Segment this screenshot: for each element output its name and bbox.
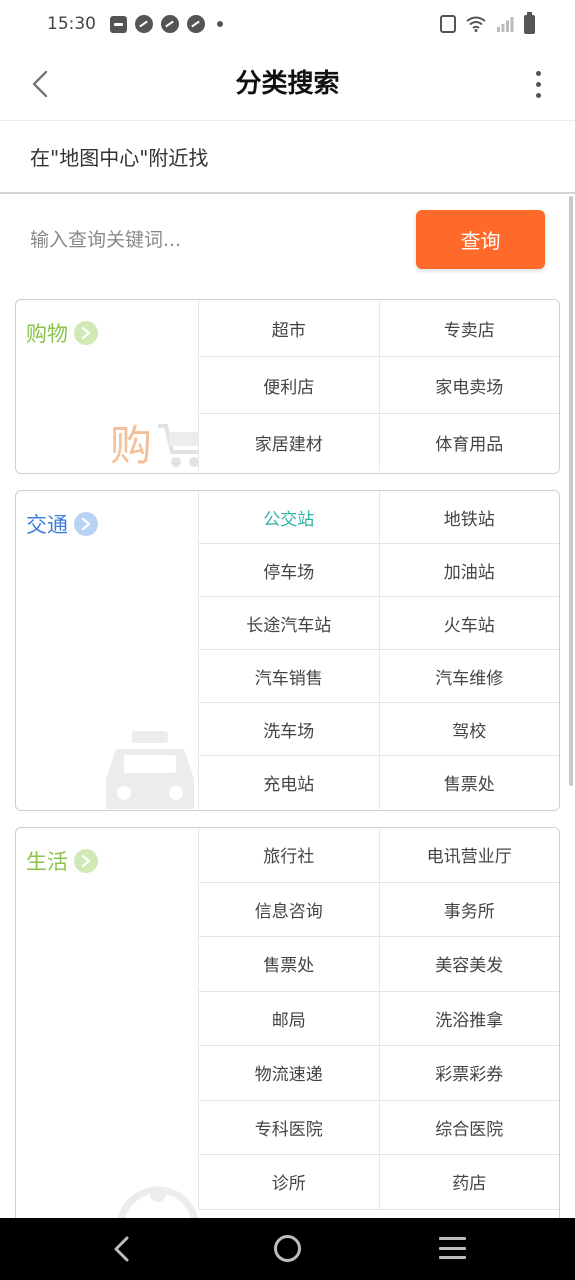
category-title-life[interactable]: 生活 <box>26 846 98 876</box>
category-item[interactable]: 加油站 <box>378 544 559 597</box>
category-item[interactable]: 售票处 <box>378 756 559 809</box>
page-title: 分类搜索 <box>235 69 340 99</box>
category-grid-life: 旅行社 电讯营业厅 信息咨询 事务所 售票处 美容美发 邮局 洗浴推拿 物流速递… <box>198 828 559 1210</box>
category-item[interactable]: 停车场 <box>198 544 379 597</box>
category-item[interactable]: 体育用品 <box>378 414 559 471</box>
signal-icon <box>497 17 514 32</box>
category-item[interactable]: 物流速递 <box>198 1046 379 1101</box>
category-item[interactable]: 事务所 <box>378 882 559 937</box>
category-title-transport[interactable]: 交通 <box>26 509 98 539</box>
nav-menu-line <box>439 1246 466 1250</box>
category-header-transport: 交通 <box>16 491 198 810</box>
category-item-selected[interactable]: 公交站 <box>198 491 379 544</box>
shopping-cart-icon <box>158 424 200 467</box>
more-vertical-icon <box>535 81 541 87</box>
category-item[interactable]: 洗浴推拿 <box>378 991 559 1046</box>
category-item[interactable]: 药店 <box>378 1155 559 1210</box>
status-bar: 15:30 <box>0 0 575 48</box>
notification-compass-icon <box>187 15 205 33</box>
category-item[interactable]: 信息咨询 <box>198 882 379 937</box>
category-title-shopping[interactable]: 购物 <box>26 318 98 348</box>
category-grid-shopping: 超市 专卖店 便利店 家电卖场 家居建材 体育用品 <box>198 300 559 471</box>
category-item[interactable]: 家电卖场 <box>378 357 559 414</box>
category-item[interactable]: 美容美发 <box>378 937 559 992</box>
category-item[interactable]: 彩票彩券 <box>378 1046 559 1101</box>
category-item[interactable]: 电讯营业厅 <box>378 828 559 883</box>
shopping-watermark-text: 购 <box>110 421 153 470</box>
category-item[interactable]: 洗车场 <box>198 703 379 756</box>
more-vertical-icon <box>535 70 541 76</box>
more-vertical-icon <box>535 92 541 98</box>
notification-compass-icon <box>135 15 153 33</box>
chevron-right-icon <box>74 849 98 873</box>
category-item[interactable]: 驾校 <box>378 703 559 756</box>
title-bar: 分类搜索 <box>0 48 575 120</box>
category-item[interactable]: 充电站 <box>198 756 379 809</box>
category-item[interactable]: 便利店 <box>198 357 379 414</box>
category-item[interactable]: 超市 <box>198 300 379 357</box>
search-row: 查询 <box>0 196 575 286</box>
notification-bag-icon <box>110 15 127 33</box>
category-item[interactable]: 长途汽车站 <box>198 597 379 650</box>
status-left: 15:30 <box>47 14 223 34</box>
category-item[interactable]: 专科医院 <box>198 1100 379 1155</box>
category-item[interactable]: 诊所 <box>198 1155 379 1210</box>
more-options-button[interactable] <box>523 66 553 102</box>
more-notifications-icon <box>217 21 223 27</box>
system-navigation-bar <box>0 1218 575 1280</box>
status-right <box>440 11 535 34</box>
chevron-right-icon <box>74 512 98 536</box>
category-item[interactable]: 汽车维修 <box>378 650 559 703</box>
category-item[interactable]: 专卖店 <box>378 300 559 357</box>
category-header-life: 生活 <box>16 828 198 1246</box>
category-card-shopping: 购物 购 超市 专卖店 便利店 家电卖场 家居建材 体育用品 <box>15 299 560 474</box>
taxi-icon <box>106 731 194 809</box>
nav-menu-line <box>439 1256 466 1259</box>
notification-compass-icon <box>161 15 179 33</box>
nav-menu-icon[interactable] <box>439 1237 466 1259</box>
category-header-shopping: 购物 购 <box>16 300 200 473</box>
vibrate-icon <box>440 15 456 33</box>
wifi-icon <box>466 16 486 32</box>
category-title-label: 生活 <box>26 850 68 874</box>
nav-menu-line <box>439 1237 466 1240</box>
category-item[interactable]: 家居建材 <box>198 414 379 471</box>
search-input[interactable] <box>30 210 400 270</box>
search-button[interactable]: 查询 <box>416 210 545 269</box>
status-time: 15:30 <box>47 14 96 34</box>
category-card-life: 生活 旅行社 电讯营业厅 信息咨询 事务所 售票处 美容美发 邮局 洗浴推拿 物… <box>15 827 560 1247</box>
battery-icon <box>524 11 535 34</box>
nav-back-icon[interactable] <box>108 1235 136 1263</box>
category-item[interactable]: 邮局 <box>198 991 379 1046</box>
search-location-selector[interactable]: 在"地图中心"附近找 <box>0 120 575 194</box>
category-item[interactable]: 火车站 <box>378 597 559 650</box>
category-grid-transport: 公交站 地铁站 停车场 加油站 长途汽车站 火车站 汽车销售 汽车维修 洗车场 … <box>198 491 559 809</box>
category-item[interactable]: 汽车销售 <box>198 650 379 703</box>
category-title-label: 交通 <box>26 513 68 537</box>
nav-home-icon[interactable] <box>274 1235 301 1262</box>
category-title-label: 购物 <box>26 322 68 346</box>
category-item[interactable]: 旅行社 <box>198 828 379 883</box>
chevron-right-icon <box>74 321 98 345</box>
category-item[interactable]: 地铁站 <box>378 491 559 544</box>
category-item[interactable]: 综合医院 <box>378 1100 559 1155</box>
category-item[interactable]: 售票处 <box>198 937 379 992</box>
category-card-transport: 交通 公交站 地铁站 停车场 加油站 长途汽车站 火车站 汽车销售 汽车维修 洗… <box>15 490 560 811</box>
